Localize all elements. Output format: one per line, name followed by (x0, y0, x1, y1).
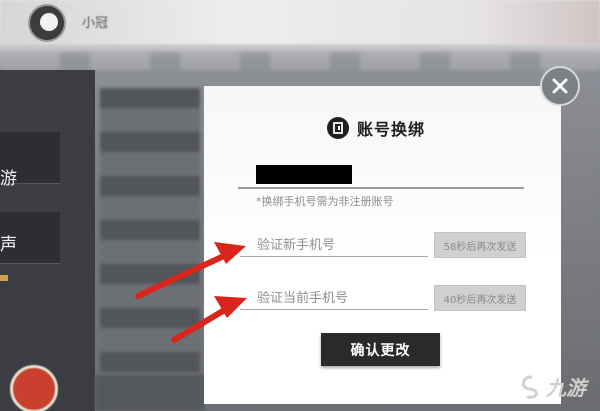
background-menu-blocks (100, 88, 200, 398)
background-player-name: 小冠 (82, 16, 109, 31)
background-right-panel (560, 90, 600, 411)
current-phone-input[interactable] (255, 286, 427, 310)
watermark: 九游 (518, 372, 586, 401)
new-phone-send-code-button[interactable]: 58秒后再次发送 (434, 232, 526, 258)
jiuyou-logo-icon (521, 375, 538, 399)
background-left-panel: 游 声 (0, 70, 95, 411)
background-bottom-row (95, 375, 205, 411)
background-avatar-icon (40, 13, 58, 31)
current-phone-masked (256, 165, 352, 184)
current-phone-send-code-button[interactable]: 40秒后再次发送 (434, 285, 526, 311)
dialog-title: 账号换绑 (357, 120, 426, 139)
account-icon (327, 117, 349, 139)
background-accent (0, 275, 8, 281)
new-phone-underline (240, 256, 428, 257)
dialog-title-row: 账号换绑 (327, 115, 425, 141)
close-button[interactable] (540, 66, 580, 106)
background-stripe (0, 52, 600, 70)
phone-underline (238, 187, 524, 189)
background-left-text: 游 (0, 169, 17, 189)
current-phone-underline (240, 309, 428, 310)
close-icon (552, 78, 568, 94)
background-red-badge (10, 365, 58, 411)
confirm-change-button[interactable]: 确认更改 (321, 333, 440, 366)
rebind-hint: *换绑手机号需为非注册账号 (256, 195, 394, 208)
new-phone-input[interactable] (255, 233, 427, 257)
watermark-text: 九游 (546, 376, 586, 400)
background-left-text: 声 (0, 235, 17, 255)
